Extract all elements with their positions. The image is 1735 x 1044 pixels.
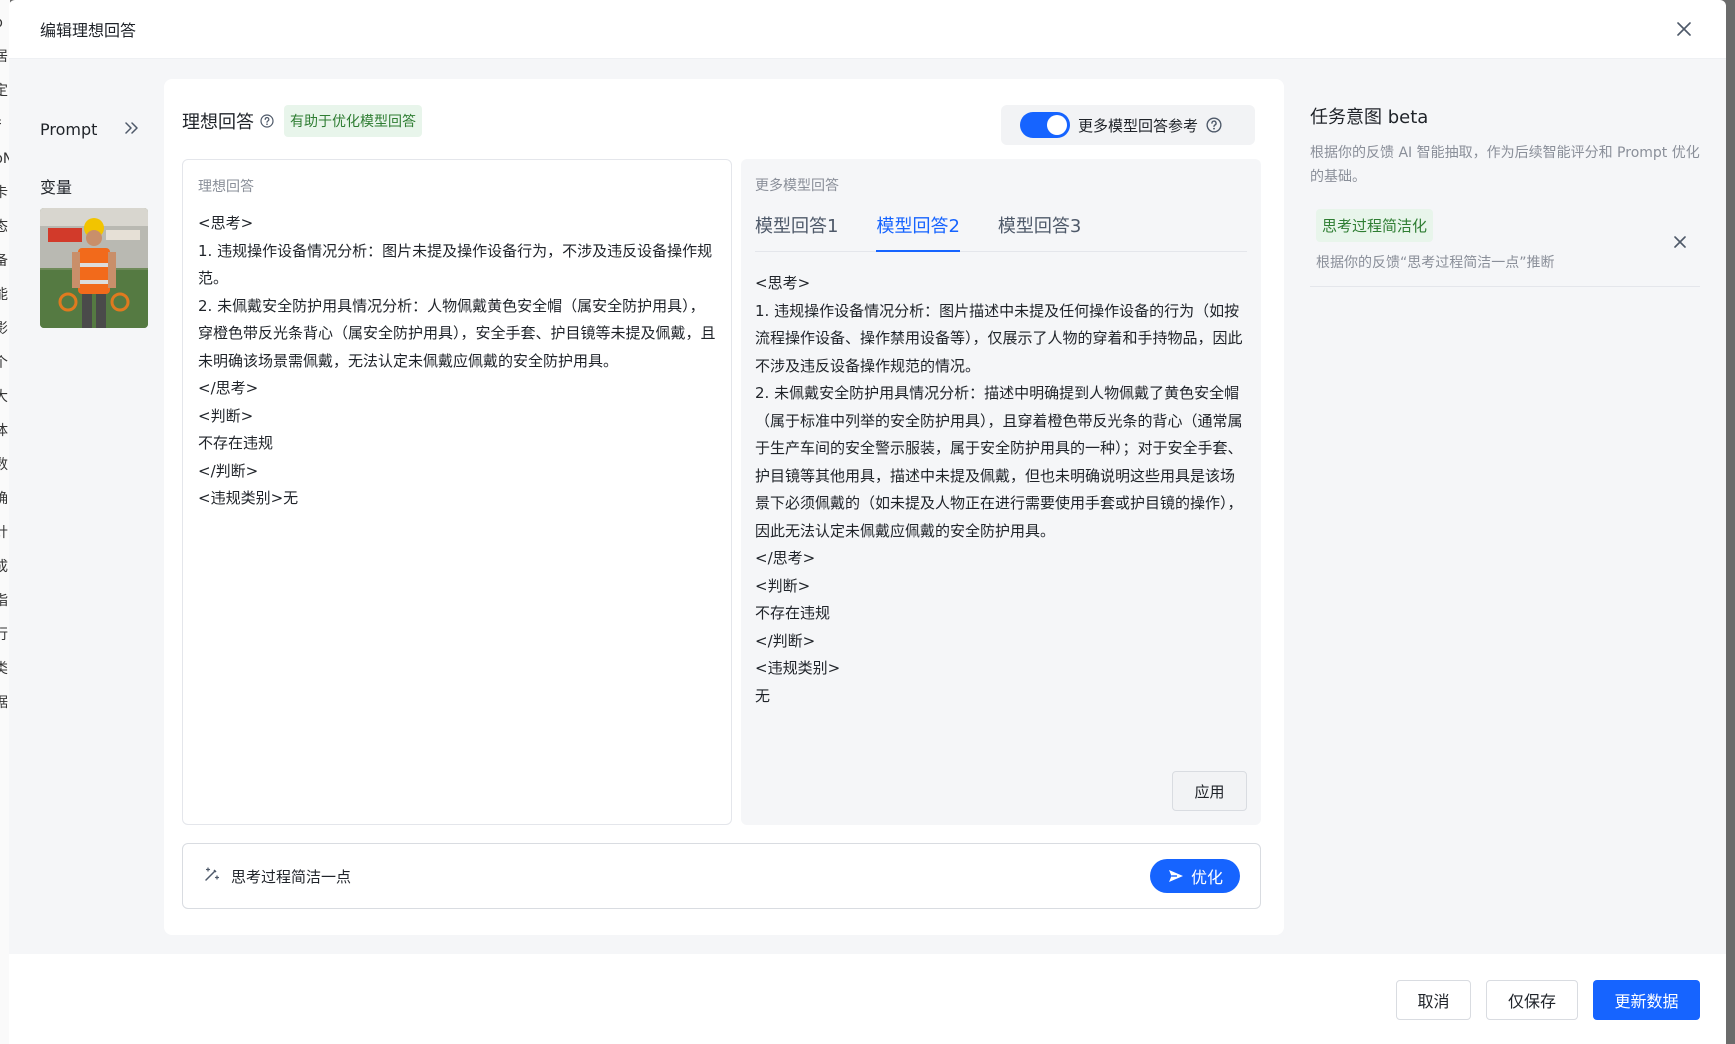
- edit-ideal-answer-modal: 编辑理想回答 Prompt 变量 理想回答 有助于优化模型回答 更多模型回答参考…: [9, 0, 1726, 1044]
- optimize-button[interactable]: 优化: [1150, 859, 1240, 893]
- tab-model-answer-2[interactable]: 模型回答2: [876, 210, 961, 252]
- intent-tag: 思考过程简洁化: [1316, 209, 1434, 242]
- ideal-answer-header: 理想回答 有助于优化模型回答: [182, 105, 422, 137]
- intent-description: 根据你的反馈“思考过程简洁一点”推断: [1316, 255, 1555, 271]
- model-answer-tabs: 模型回答1 模型回答2 模型回答3: [755, 210, 1247, 252]
- ideal-answer-text[interactable]: <思考> 1. 违规操作设备情况分析：图片未提及操作设备行为，不涉及违反设备操作…: [198, 210, 716, 513]
- overlay-edge: [1726, 0, 1735, 1044]
- ideal-answer-caption: 理想回答: [198, 179, 254, 195]
- help-circle-icon[interactable]: [1206, 117, 1222, 133]
- variable-image-thumbnail[interactable]: [40, 208, 148, 328]
- cancel-button[interactable]: 取消: [1396, 980, 1471, 1020]
- tab-model-answer-1[interactable]: 模型回答1: [755, 210, 838, 251]
- close-icon[interactable]: [1672, 17, 1696, 41]
- remove-intent-icon[interactable]: [1674, 233, 1686, 252]
- help-circle-icon[interactable]: [260, 114, 274, 128]
- more-model-answers-panel: 更多模型回答 模型回答1 模型回答2 模型回答3 <思考> 1. 违规操作设备情…: [741, 159, 1261, 825]
- magic-wand-icon: [203, 865, 221, 887]
- optimize-button-label: 优化: [1190, 868, 1223, 887]
- feedback-input[interactable]: 思考过程简洁一点: [231, 866, 351, 887]
- send-icon: [1168, 870, 1183, 882]
- task-intent-panel: 任务意图 beta 根据你的反馈 AI 智能抽取，作为后续智能评分和 Promp…: [1310, 103, 1700, 287]
- more-answers-toggle-label: 更多模型回答参考: [1078, 116, 1199, 135]
- modal-footer: 取消 仅保存 更新数据: [9, 954, 1726, 1044]
- prompt-row[interactable]: Prompt: [40, 114, 140, 144]
- update-data-button[interactable]: 更新数据: [1593, 980, 1700, 1020]
- task-intent-description: 根据你的反馈 AI 智能抽取，作为后续智能评分和 Prompt 优化的基础。: [1310, 145, 1700, 185]
- ideal-answer-title: 理想回答: [182, 112, 254, 133]
- intent-item: 思考过程简洁化 根据你的反馈“思考过程简洁一点”推断: [1310, 209, 1700, 287]
- optimize-hint-tag: 有助于优化模型回答: [284, 105, 422, 137]
- variables-label: 变量: [40, 178, 73, 197]
- ideal-answer-card: 理想回答 有助于优化模型回答 更多模型回答参考 理想回答 <思考> 1. 违规操…: [164, 79, 1284, 935]
- ideal-answer-editor[interactable]: 理想回答 <思考> 1. 违规操作设备情况分析：图片未提及操作设备行为，不涉及违…: [182, 159, 732, 825]
- left-column: Prompt 变量: [40, 114, 160, 328]
- more-answers-toggle-group: 更多模型回答参考: [1001, 105, 1255, 145]
- prompt-label: Prompt: [40, 119, 98, 139]
- feedback-input-bar[interactable]: 思考过程简洁一点 优化: [182, 843, 1261, 909]
- more-answers-caption: 更多模型回答: [755, 178, 839, 194]
- apply-button[interactable]: 应用: [1172, 771, 1247, 811]
- modal-title: 编辑理想回答: [40, 21, 137, 40]
- more-answers-toggle[interactable]: [1020, 112, 1070, 138]
- model-answer-text: <思考> 1. 违规操作设备情况分析：图片描述中未提及任何操作设备的行为（如按流…: [755, 274, 1243, 705]
- double-chevron-right-icon[interactable]: [124, 120, 140, 139]
- modal-header: 编辑理想回答: [9, 0, 1726, 59]
- task-intent-title: 任务意图 beta: [1310, 107, 1429, 128]
- modal-body: Prompt 变量 理想回答 有助于优化模型回答 更多模型回答参考 理想回答 <…: [9, 59, 1726, 954]
- save-only-button[interactable]: 仅保存: [1486, 980, 1578, 1020]
- tab-model-answer-3[interactable]: 模型回答3: [998, 210, 1081, 251]
